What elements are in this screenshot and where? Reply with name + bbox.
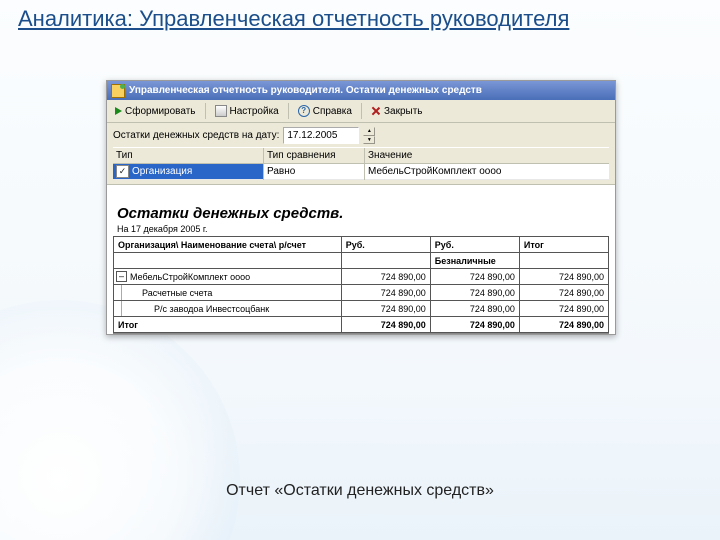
close-button[interactable]: Закрыть (366, 101, 428, 121)
cell-value: 724 890,00 (430, 301, 519, 317)
report-title: Остатки денежных средств. (113, 205, 609, 224)
cell-value: 724 890,00 (519, 269, 608, 285)
app-icon (111, 84, 125, 98)
filter-row-value[interactable]: МебельСтройКомплект оооо (365, 164, 609, 180)
separator (361, 103, 362, 119)
play-icon (115, 107, 122, 115)
slide-caption: Отчет «Остатки денежных средств» (0, 482, 720, 500)
filters-panel: Остатки денежных средств на дату: 17.12.… (107, 123, 615, 185)
help-button[interactable]: ? Справка (293, 101, 357, 121)
col-rub2: Руб. (430, 237, 519, 253)
col-total: Итог (519, 237, 608, 253)
date-spinner[interactable]: ▲▼ (363, 127, 375, 144)
cell-value: 724 890,00 (341, 269, 430, 285)
grid-header-value[interactable]: Значение (365, 148, 609, 164)
cell-value: 724 890,00 (519, 317, 608, 333)
grid-header-type[interactable]: Тип (113, 148, 263, 164)
cell-value: 724 890,00 (519, 301, 608, 317)
form-button[interactable]: Сформировать (110, 101, 201, 121)
cell-value: 724 890,00 (430, 269, 519, 285)
report-window: Управленческая отчетность руководителя. … (106, 80, 616, 335)
filter-row-comparison[interactable]: Равно (264, 164, 364, 180)
col-rub1: Руб. (341, 237, 430, 253)
filter-row-type[interactable]: ✓ Организация (113, 164, 263, 180)
cell-value: 724 890,00 (341, 301, 430, 317)
cell-account: –МебельСтройКомплект оооо (114, 269, 342, 285)
decorative-halo (0, 300, 240, 540)
table-row[interactable]: Р/с заводоа Инвестсоцбанк724 890,00724 8… (114, 301, 609, 317)
collapse-icon[interactable]: – (116, 271, 127, 282)
window-titlebar[interactable]: Управленческая отчетность руководителя. … (107, 81, 615, 100)
table-row[interactable]: Расчетные счета724 890,00724 890,00724 8… (114, 285, 609, 301)
separator (288, 103, 289, 119)
settings-button[interactable]: Настройка (210, 101, 284, 121)
grid-header-comparison[interactable]: Тип сравнения (264, 148, 364, 164)
report-canvas: Остатки денежных средств. На 17 декабря … (107, 185, 615, 334)
cell-account: Р/с заводоа Инвестсоцбанк (114, 301, 342, 317)
report-table: Организация\ Наименование счета\ р/счет … (113, 236, 609, 333)
filter-grid: Тип ✓ Организация Тип сравнения Равно Зн… (113, 147, 609, 180)
table-row[interactable]: –МебельСтройКомплект оооо724 890,00724 8… (114, 269, 609, 285)
date-input[interactable]: 17.12.2005 (283, 127, 359, 144)
help-icon: ? (298, 105, 310, 117)
close-icon (371, 106, 381, 116)
separator (205, 103, 206, 119)
col-account: Организация\ Наименование счета\ р/счет (114, 237, 342, 253)
checkbox-icon[interactable]: ✓ (116, 165, 129, 178)
slide-title: Аналитика: Управленческая отчетность рук… (18, 6, 569, 32)
window-title: Управленческая отчетность руководителя. … (129, 85, 482, 96)
cell-account: Итог (114, 317, 342, 333)
toolbar: Сформировать Настройка ? Справка Закрыть (107, 100, 615, 123)
table-header-row: Организация\ Наименование счета\ р/счет … (114, 237, 609, 253)
gear-icon (215, 105, 227, 117)
cell-value: 724 890,00 (341, 317, 430, 333)
cell-value: 724 890,00 (430, 317, 519, 333)
cell-account: Расчетные счета (114, 285, 342, 301)
date-label: Остатки денежных средств на дату: (113, 130, 279, 141)
cell-value: 724 890,00 (341, 285, 430, 301)
table-subheader-row: Безналичные (114, 253, 609, 269)
report-subtitle: На 17 декабря 2005 г. (113, 224, 609, 236)
table-row[interactable]: Итог724 890,00724 890,00724 890,00 (114, 317, 609, 333)
cell-value: 724 890,00 (430, 285, 519, 301)
cell-value: 724 890,00 (519, 285, 608, 301)
